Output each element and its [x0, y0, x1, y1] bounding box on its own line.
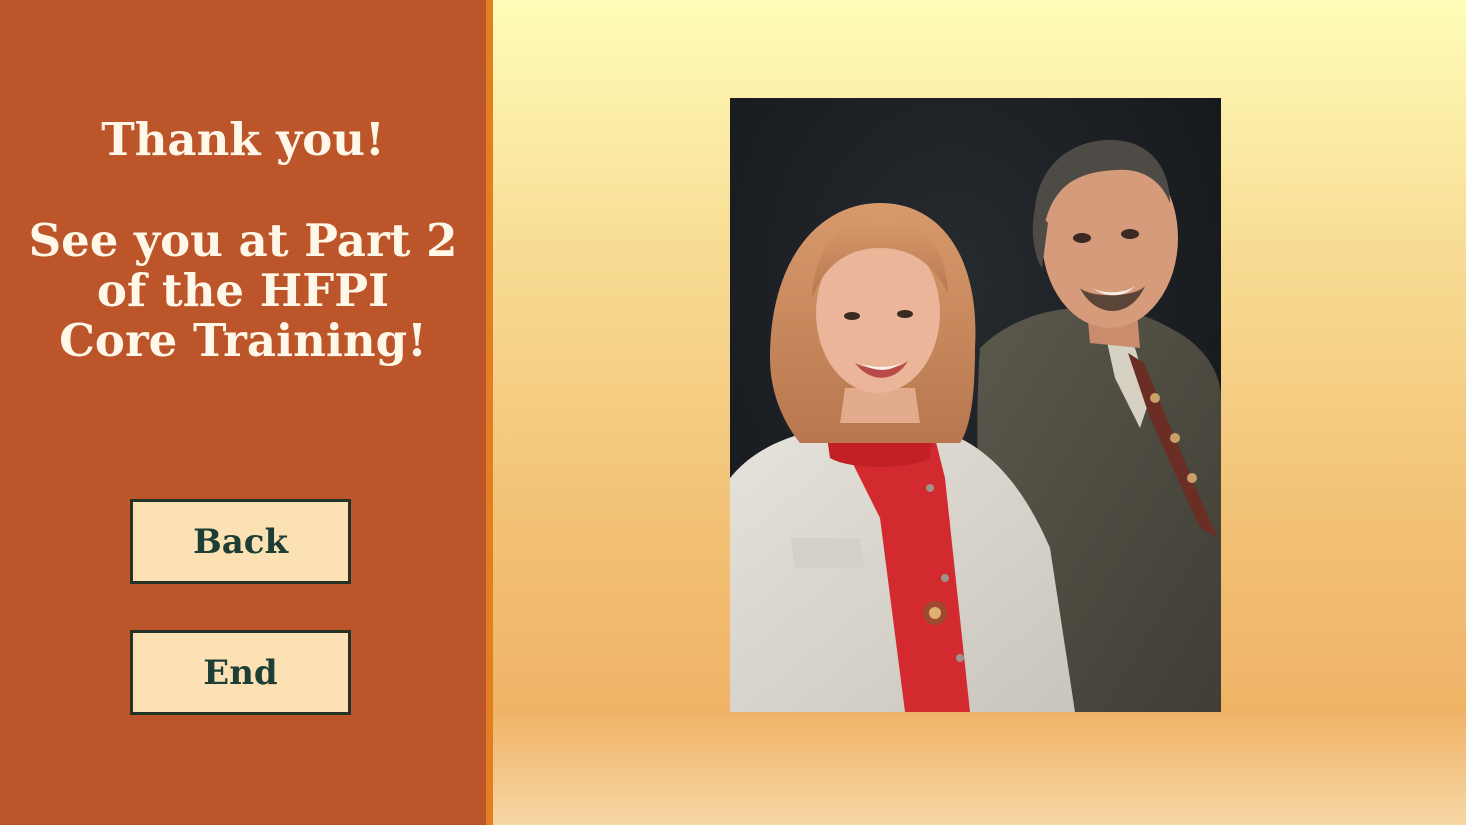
presenters-photo-illustration: [730, 98, 1221, 712]
thank-you-heading: Thank you!: [101, 113, 385, 166]
message-line-2: of the HFPI: [96, 264, 390, 317]
message-line-3: Core Training!: [59, 314, 427, 367]
presenters-photo: [730, 98, 1221, 712]
message-line-1: See you at Part 2: [28, 214, 458, 267]
end-button[interactable]: End: [130, 630, 351, 715]
left-panel: Thank you! See you at Part 2 of the HFPI…: [0, 0, 486, 825]
back-button[interactable]: Back: [130, 499, 351, 584]
panel-divider: [486, 0, 493, 825]
